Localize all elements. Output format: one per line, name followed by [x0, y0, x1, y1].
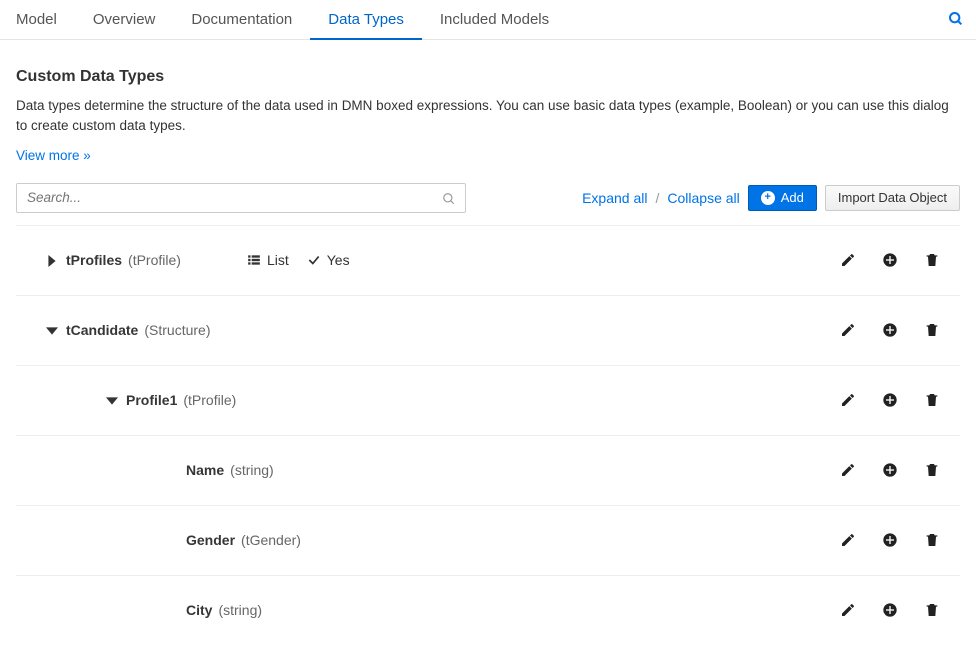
toolbar-right: Expand all / Collapse all + Add Import D…: [582, 185, 960, 211]
data-type-type: (tProfile): [183, 392, 236, 408]
add-button[interactable]: + Add: [748, 185, 817, 211]
edit-icon[interactable]: [840, 252, 856, 268]
add-nested-icon[interactable]: [882, 462, 898, 478]
toolbar: Expand all / Collapse all + Add Import D…: [16, 183, 960, 213]
view-more-link[interactable]: View more »: [16, 148, 91, 163]
delete-icon[interactable]: [924, 462, 940, 478]
add-nested-icon[interactable]: [882, 252, 898, 268]
tab-bar: Model Overview Documentation Data Types …: [0, 0, 976, 40]
data-type-name: City: [186, 602, 212, 618]
edit-icon[interactable]: [840, 462, 856, 478]
data-type-type: (string): [218, 602, 262, 618]
edit-icon[interactable]: [840, 322, 856, 338]
import-data-object-button[interactable]: Import Data Object: [825, 185, 960, 211]
delete-icon[interactable]: [924, 602, 940, 618]
content-area: Custom Data Types Data types determine t…: [0, 40, 976, 661]
tab-data-types[interactable]: Data Types: [310, 0, 422, 40]
add-button-label: Add: [781, 190, 804, 205]
data-type-name: tCandidate: [66, 322, 138, 338]
data-type-type: (string): [230, 462, 274, 478]
data-type-row: tProfiles (tProfile) List Yes: [16, 226, 960, 296]
page-description: Data types determine the structure of th…: [16, 96, 956, 137]
data-type-name: Profile1: [126, 392, 177, 408]
tab-overview[interactable]: Overview: [75, 0, 174, 40]
data-type-row: Name (string): [16, 436, 960, 506]
tab-model[interactable]: Model: [16, 0, 75, 40]
data-type-type: (tProfile): [128, 252, 181, 268]
expand-all-link[interactable]: Expand all: [582, 190, 647, 206]
delete-icon[interactable]: [924, 322, 940, 338]
list-badge: List: [247, 252, 289, 268]
chevron-down-icon[interactable]: [46, 322, 66, 338]
chevron-right-icon[interactable]: [46, 252, 66, 268]
data-type-row: tCandidate (Structure): [16, 296, 960, 366]
data-type-list: tProfiles (tProfile) List Yes: [16, 225, 960, 645]
constraint-badge: Yes: [307, 252, 350, 268]
data-type-name: Name: [186, 462, 224, 478]
add-nested-icon[interactable]: [882, 532, 898, 548]
delete-icon[interactable]: [924, 252, 940, 268]
add-nested-icon[interactable]: [882, 602, 898, 618]
chevron-down-icon[interactable]: [106, 392, 126, 408]
separator: /: [655, 190, 659, 206]
data-type-type: (tGender): [241, 532, 301, 548]
delete-icon[interactable]: [924, 532, 940, 548]
tab-documentation[interactable]: Documentation: [173, 0, 310, 40]
data-type-type: (Structure): [144, 322, 210, 338]
search-field-icon: [442, 190, 456, 206]
edit-icon[interactable]: [840, 602, 856, 618]
data-type-name: tProfiles: [66, 252, 122, 268]
collapse-all-link[interactable]: Collapse all: [667, 190, 739, 206]
delete-icon[interactable]: [924, 392, 940, 408]
search-input[interactable]: [16, 183, 466, 213]
edit-icon[interactable]: [840, 392, 856, 408]
plus-icon: +: [761, 191, 775, 205]
edit-icon[interactable]: [840, 532, 856, 548]
data-type-row: Gender (tGender): [16, 506, 960, 576]
add-nested-icon[interactable]: [882, 392, 898, 408]
data-type-name: Gender: [186, 532, 235, 548]
search-wrap: [16, 183, 466, 213]
data-type-row: City (string): [16, 576, 960, 645]
data-type-row: Profile1 (tProfile): [16, 366, 960, 436]
add-nested-icon[interactable]: [882, 322, 898, 338]
search-icon[interactable]: [948, 10, 964, 27]
tab-included-models[interactable]: Included Models: [422, 0, 567, 40]
page-title: Custom Data Types: [16, 68, 960, 86]
